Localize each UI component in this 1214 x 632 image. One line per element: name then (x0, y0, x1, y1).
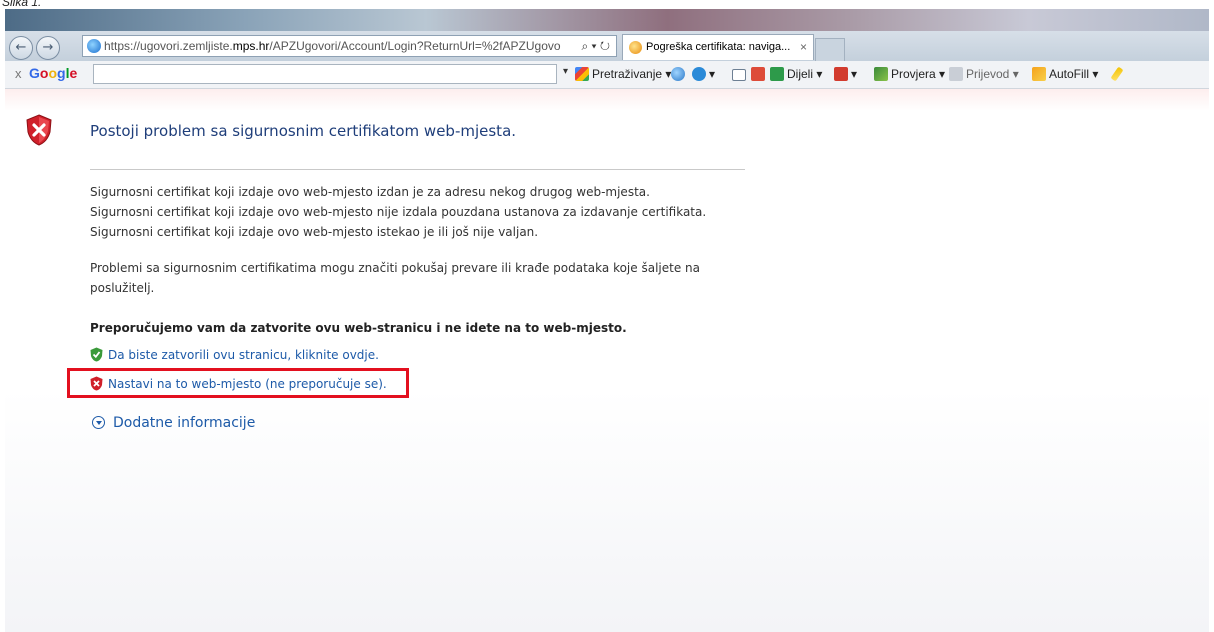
forward-arrow-icon: → (42, 40, 54, 55)
reason-item: Sigurnosni certifikat koji izdaje ovo we… (90, 185, 650, 199)
page-translate-icon (834, 67, 848, 81)
new-tab-button[interactable] (815, 38, 845, 61)
ie-tab-icon (629, 41, 642, 54)
forward-button[interactable]: → (36, 36, 60, 60)
address-tools-icons[interactable]: ⌕ ▾ ↻ (581, 39, 610, 54)
expand-circle-icon (92, 416, 105, 429)
close-page-link[interactable]: Da biste zatvorili ovu stranicu, kliknit… (90, 347, 379, 362)
translate-button[interactable]: Prijevod ▾ (949, 67, 1019, 81)
browser-nav-row: ← → https://ugovori.zemljiste.mps.hr/APZ… (5, 31, 1209, 61)
translate-icon (949, 67, 963, 81)
problems-text: Problemi sa sigurnosnim certifikatima mo… (90, 261, 700, 295)
google-logo: Google (29, 65, 77, 81)
google-plus-icon (751, 67, 765, 81)
share-icon (770, 67, 784, 81)
error-shield-icon (26, 114, 52, 146)
chevron-down-icon[interactable]: ▾ (563, 66, 568, 77)
google-logo-letter: G (29, 65, 40, 81)
address-url: https://ugovori.zemljiste.mps.hr/APZUgov… (104, 39, 561, 53)
mail-icon (732, 69, 746, 81)
reasons-list: Sigurnosni certifikat koji izdaje ovo we… (90, 182, 740, 242)
back-button[interactable]: ← (9, 36, 33, 60)
google-logo-letter: o (48, 65, 58, 81)
green-shield-check-icon (90, 347, 103, 362)
globe-icon (671, 67, 685, 81)
autofill-button[interactable]: AutoFill ▾ (1032, 67, 1098, 81)
tab-title: Pogreška certifikata: naviga... (646, 41, 791, 53)
google-search-input[interactable]: ▾ (93, 64, 568, 84)
tab-certificate-error[interactable]: Pogreška certifikata: naviga... × (622, 34, 814, 60)
google-toolbar: x Google ▾ Pretraživanje ▾ ▾ Dijeli ▾ ▾ … (5, 61, 1209, 89)
highlighter-button[interactable] (1110, 66, 1124, 82)
reason-item: Sigurnosni certifikat koji izdaje ovo we… (90, 205, 707, 219)
plus-icon (692, 67, 706, 81)
recommendation-text: Preporučujemo vam da zatvorite ovu web-s… (90, 321, 627, 335)
share-button[interactable]: Dijeli ▾ (770, 67, 822, 81)
autofill-icon (1032, 67, 1046, 81)
google-logo-letter: e (69, 65, 78, 81)
more-info-text: Dodatne informacije (113, 415, 256, 431)
mail-button[interactable] (732, 67, 749, 81)
page-title: Postoji problem sa sigurnosnim certifika… (90, 122, 517, 140)
continue-link[interactable]: Nastavi na to web-mjesto (ne preporučuje… (90, 376, 387, 391)
figure-caption: Slika 1. (2, 0, 42, 9)
divider (90, 169, 745, 170)
check-button[interactable]: Provjera ▾ (874, 67, 945, 81)
close-page-link-text: Da biste zatvorili ovu stranicu, kliknit… (108, 348, 379, 362)
more-info-toggle[interactable]: Dodatne informacije (92, 415, 255, 431)
toolbar-close-icon[interactable]: x (15, 66, 22, 81)
error-page: Postoji problem sa sigurnosnim certifika… (5, 89, 1209, 632)
red-shield-x-icon (90, 376, 103, 391)
translate-page-button[interactable]: ▾ (834, 67, 857, 81)
plus-button[interactable]: ▾ (692, 67, 715, 81)
address-bar[interactable]: https://ugovori.zemljiste.mps.hr/APZUgov… (82, 35, 617, 57)
reason-item: Sigurnosni certifikat koji izdaje ovo we… (90, 225, 539, 239)
tab-close-icon[interactable]: × (800, 40, 807, 54)
highlighter-icon (1110, 66, 1124, 82)
continue-link-text: Nastavi na to web-mjesto (ne preporučuje… (108, 377, 387, 391)
back-arrow-icon: ← (15, 40, 27, 55)
google-logo-letter: g (57, 65, 66, 81)
spellcheck-icon (874, 67, 888, 81)
search-button[interactable]: Pretraživanje ▾ (575, 67, 671, 81)
gplus-button[interactable] (751, 67, 768, 81)
search-icon (575, 67, 589, 81)
ie-page-icon (87, 39, 101, 53)
globe-button[interactable] (671, 67, 688, 81)
